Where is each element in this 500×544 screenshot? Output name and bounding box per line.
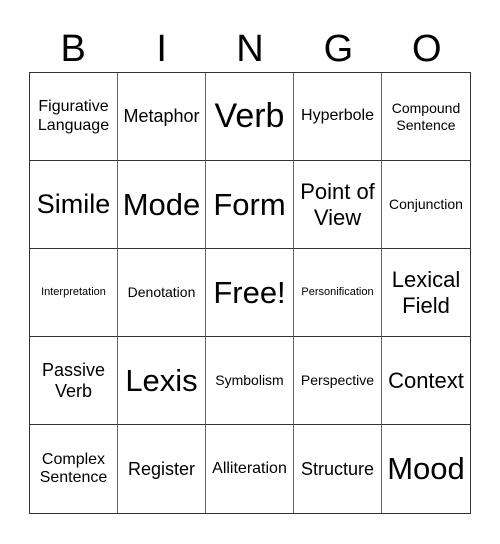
bingo-cell-label: Mode — [122, 186, 201, 222]
header-letter-o: O — [412, 28, 442, 70]
bingo-cell-label: Perspective — [300, 372, 375, 389]
bingo-cell[interactable]: Alliteration — [206, 425, 294, 513]
bingo-cell-label: Figurative Language — [37, 98, 110, 134]
bingo-cell[interactable]: Personification — [294, 249, 382, 337]
bingo-cell[interactable]: Structure — [294, 425, 382, 513]
header-letter-i: I — [156, 28, 167, 70]
bingo-cell-label: Form — [213, 186, 286, 222]
bingo-cell[interactable]: Verb — [206, 73, 294, 161]
header-letter-b: B — [60, 28, 86, 70]
bingo-cell[interactable]: Hyperbole — [294, 73, 382, 161]
bingo-cell[interactable]: Mood — [382, 425, 470, 513]
bingo-cell-label: Context — [388, 367, 464, 393]
bingo-cell[interactable]: Complex Sentence — [30, 425, 118, 513]
bingo-cell-label: Conjunction — [389, 196, 463, 213]
bingo-cell-label: Compound Sentence — [391, 100, 461, 133]
bingo-cell[interactable]: Register — [118, 425, 206, 513]
bingo-cell[interactable]: Mode — [118, 161, 206, 249]
bingo-cell[interactable]: Symbolism — [206, 337, 294, 425]
bingo-cell-label: Passive Verb — [41, 359, 106, 401]
bingo-cell-label: Symbolism — [215, 372, 284, 389]
bingo-cell[interactable]: Point of View — [294, 161, 382, 249]
bingo-header: B I N G O — [29, 24, 471, 74]
bingo-cell-label: Alliteration — [212, 459, 287, 477]
bingo-cell-label: Complex Sentence — [39, 450, 108, 486]
bingo-cell-label: Register — [127, 458, 196, 479]
bingo-cell-label: Verb — [214, 96, 285, 135]
bingo-cell-label: Mood — [387, 451, 465, 487]
bingo-cell-label: Simile — [36, 188, 111, 219]
bingo-cell[interactable]: Lexis — [118, 337, 206, 425]
bingo-cell[interactable]: Figurative Language — [30, 73, 118, 161]
header-letter-g: G — [323, 28, 354, 70]
bingo-cell[interactable]: Conjunction — [382, 161, 470, 249]
free-space-cell[interactable]: Free! — [206, 249, 294, 337]
bingo-cell[interactable]: Form — [206, 161, 294, 249]
bingo-card-grid: Figurative Language Metaphor Verb Hyperbole… — [29, 72, 471, 514]
bingo-cell-label: Structure — [300, 458, 375, 479]
bingo-cell-label: Metaphor — [123, 106, 200, 127]
bingo-cell-label: Free! — [213, 274, 286, 310]
bingo-cell-label: Denotation — [127, 284, 196, 301]
bingo-cell[interactable]: Perspective — [294, 337, 382, 425]
bingo-cell[interactable]: Metaphor — [118, 73, 206, 161]
bingo-cell-label: Hyperbole — [301, 107, 374, 125]
bingo-cell[interactable]: Interpretation — [30, 249, 118, 337]
bingo-cell-label: Point of View — [300, 179, 375, 230]
bingo-cell-label: Lexical Field — [391, 267, 461, 318]
bingo-cell[interactable]: Lexical Field — [382, 249, 470, 337]
bingo-cell[interactable]: Context — [382, 337, 470, 425]
header-letter-n: N — [236, 28, 264, 70]
bingo-cell-label: Personification — [301, 286, 374, 299]
bingo-cell-label: Interpretation — [41, 286, 106, 299]
bingo-cell[interactable]: Denotation — [118, 249, 206, 337]
bingo-cell[interactable]: Simile — [30, 161, 118, 249]
bingo-cell[interactable]: Compound Sentence — [382, 73, 470, 161]
bingo-cell[interactable]: Passive Verb — [30, 337, 118, 425]
bingo-cell-label: Lexis — [125, 362, 198, 398]
